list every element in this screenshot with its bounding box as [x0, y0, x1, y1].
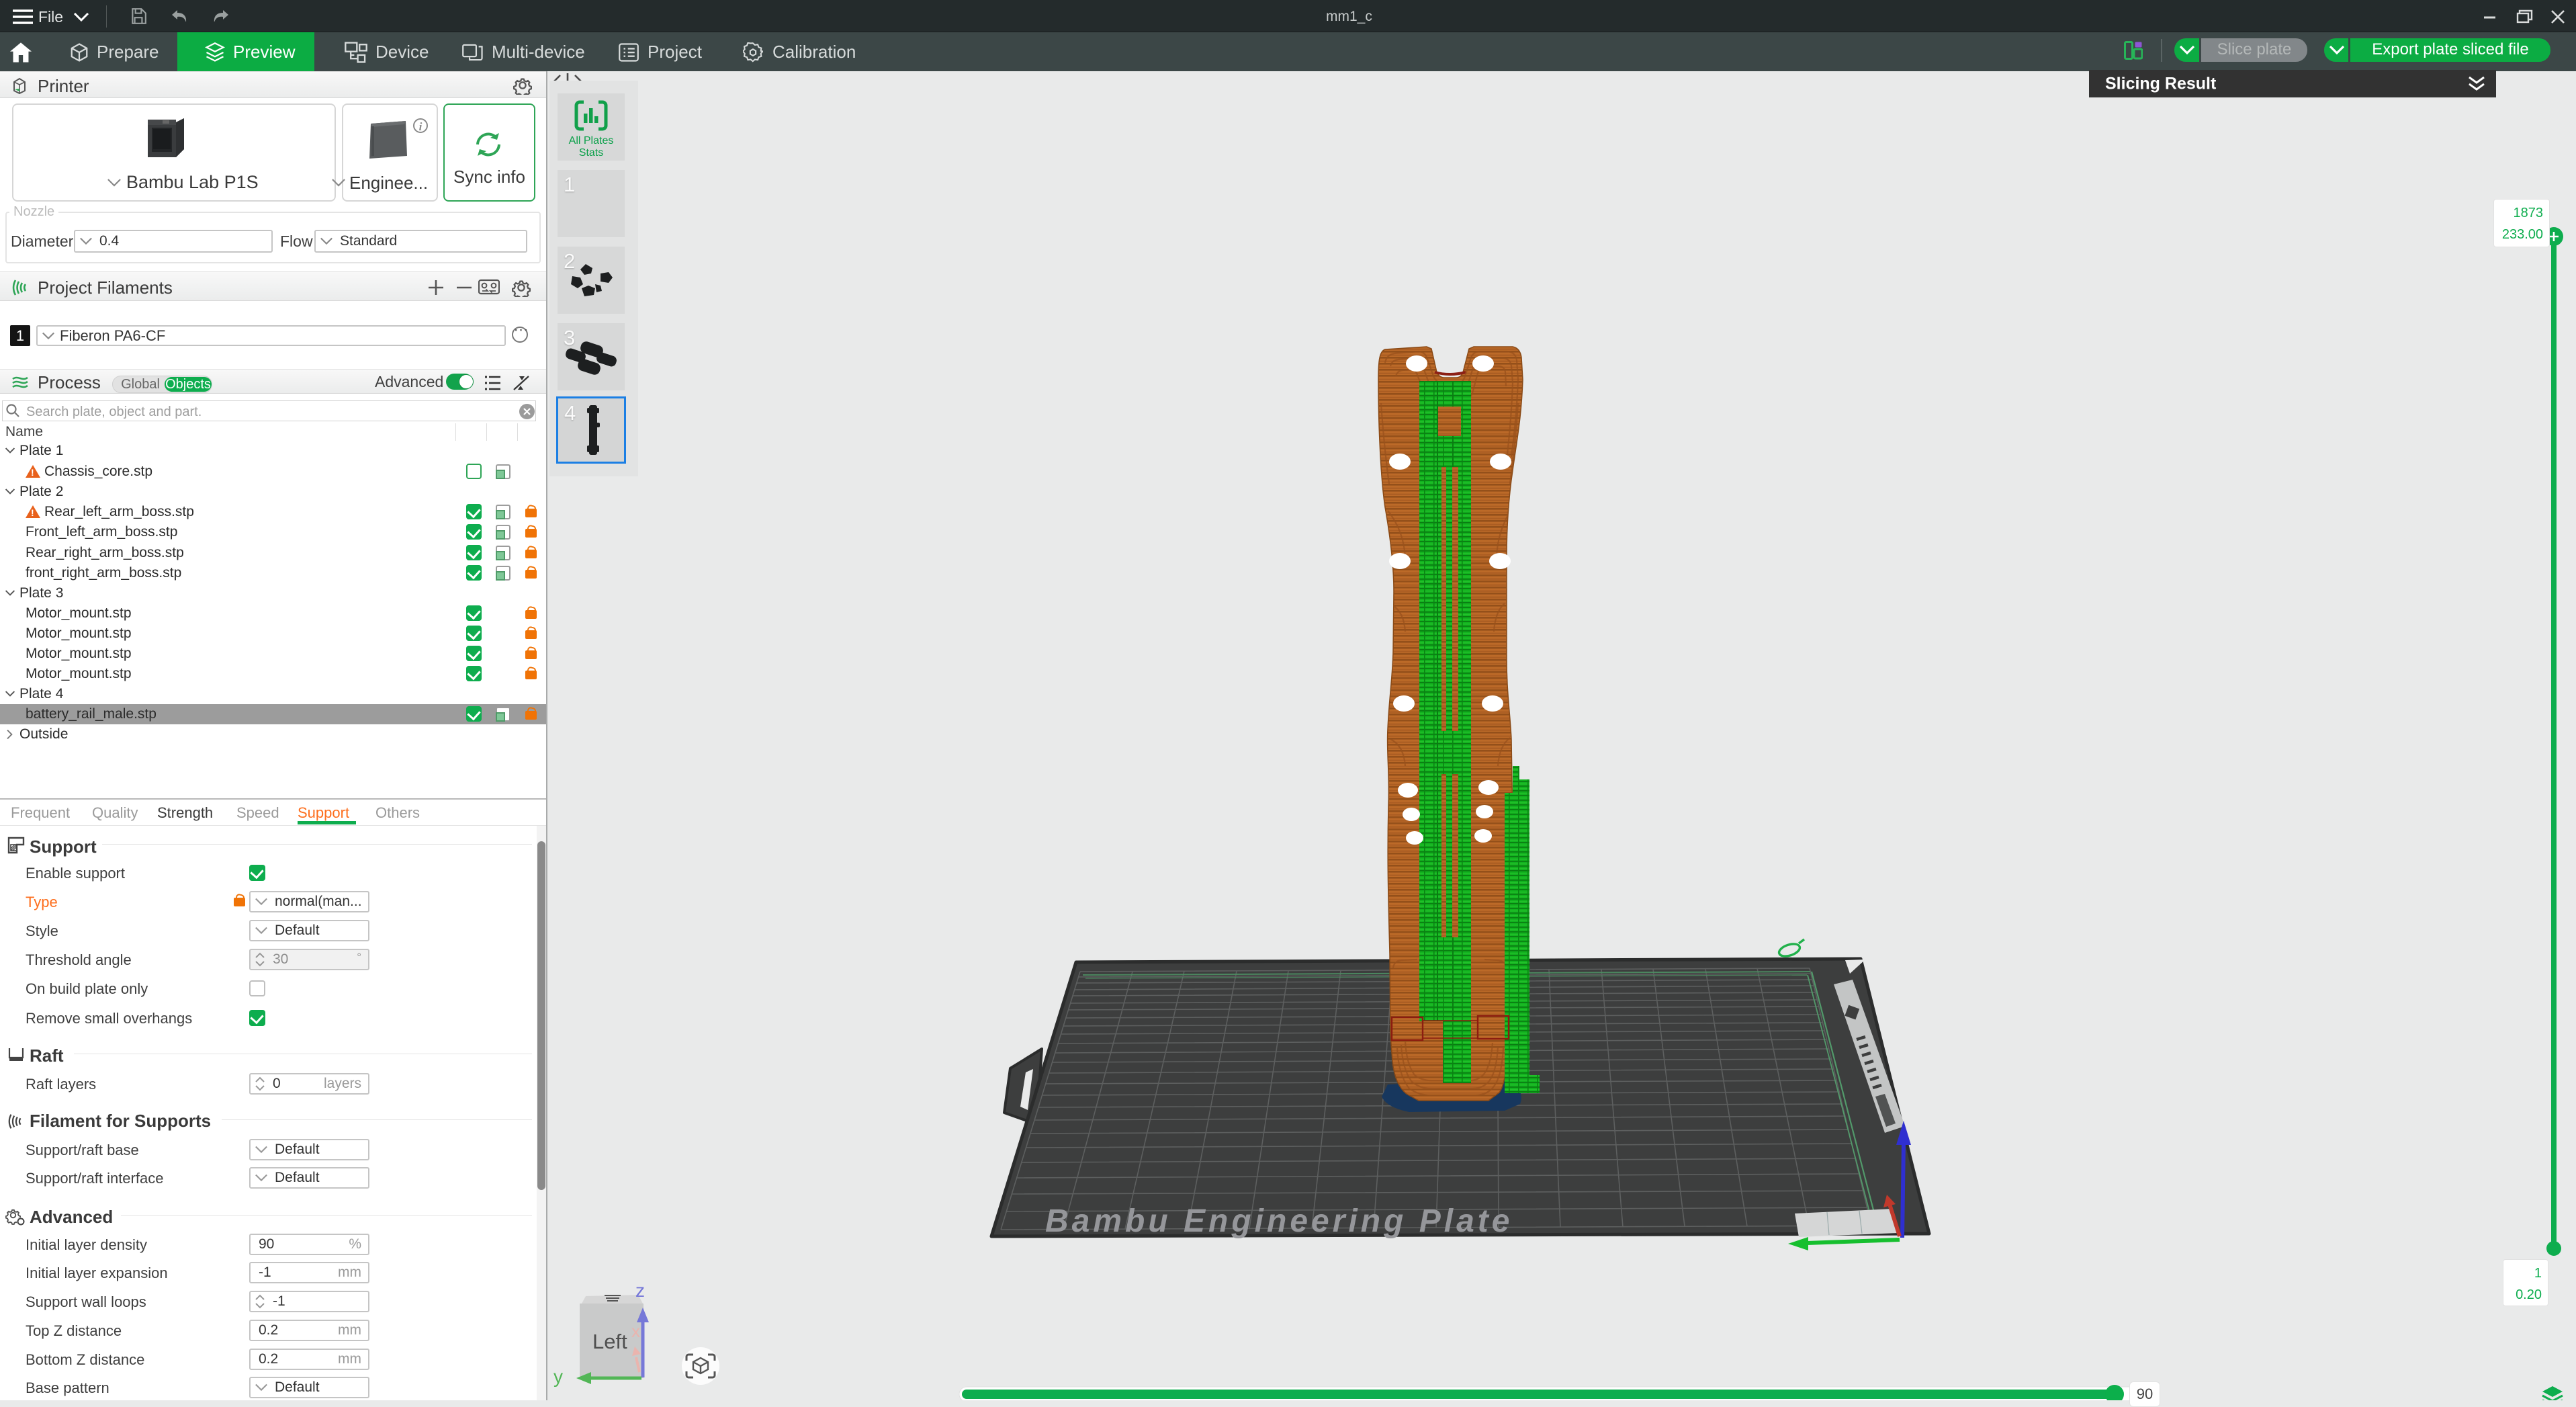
svg-text:z: z — [635, 1280, 645, 1301]
svg-text:y: y — [553, 1366, 563, 1387]
svg-text:Left: Left — [592, 1330, 627, 1353]
svg-text:Bambu Engineering Plate: Bambu Engineering Plate — [1045, 1203, 1513, 1239]
svg-text:x: x — [631, 1321, 640, 1341]
